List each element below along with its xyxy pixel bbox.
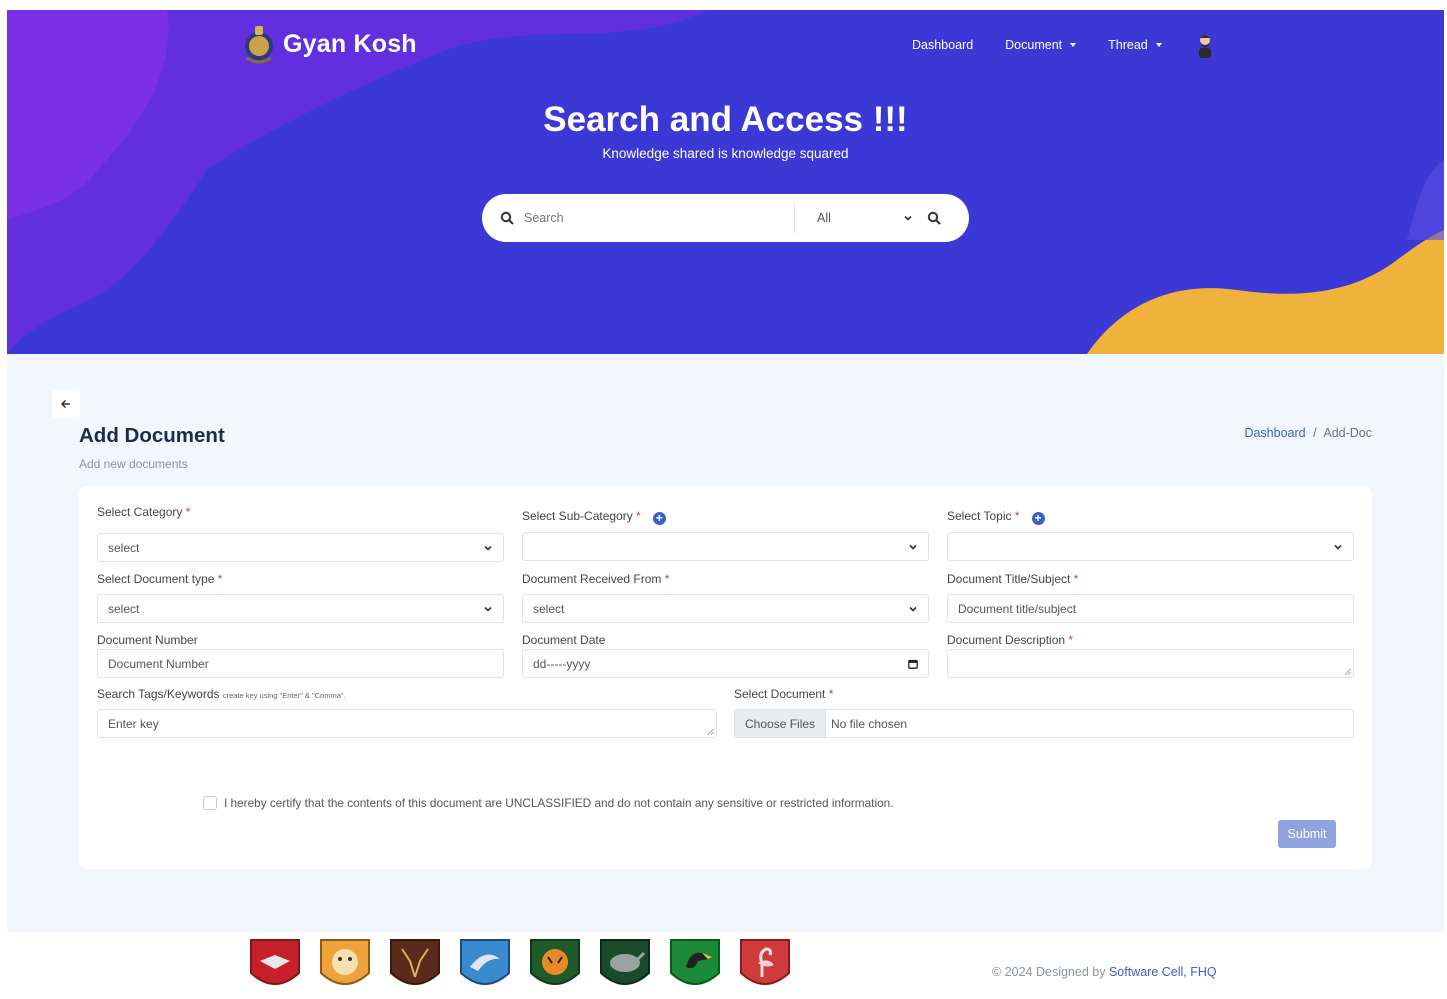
rhino-badge-icon (600, 939, 650, 985)
breadcrumb-separator: / (1313, 426, 1317, 440)
certify-text: I hereby certify that the contents of th… (224, 796, 894, 810)
nav-dashboard-label: Dashboard (912, 38, 974, 52)
back-button[interactable] (52, 390, 80, 418)
add-document-form: Select Category * select Select Sub-Cate… (79, 486, 1372, 869)
top-nav: Dashboard Document Thread (912, 32, 1216, 58)
tiger-badge-icon (530, 939, 580, 985)
search-divider (794, 202, 795, 234)
leopard-badge-icon (320, 939, 370, 985)
nav-dashboard[interactable]: Dashboard (912, 38, 973, 52)
hero-banner: Gyan Kosh Dashboard Document Thread Sear… (7, 10, 1444, 354)
brand-logo[interactable]: Gyan Kosh (241, 22, 417, 66)
doc-date-placeholder: dd-----yyyy (533, 656, 591, 671)
resize-grip-icon[interactable] (707, 728, 714, 735)
nav-document[interactable]: Document (1005, 38, 1077, 52)
doc-number-input[interactable]: Document Number (97, 649, 504, 678)
brand-name: Gyan Kosh (283, 29, 417, 58)
file-status: No file chosen (831, 716, 908, 731)
tags-label: Search Tags/Keywords create key using "E… (97, 687, 346, 701)
search-input[interactable] (524, 211, 784, 225)
received-from-label: Document Received From * (522, 572, 670, 586)
software-cell-link[interactable]: Software Cell, FHQ (1109, 965, 1217, 979)
doc-type-select[interactable]: select (97, 594, 504, 623)
select-document-label: Select Document * (734, 687, 834, 701)
add-subcategory-icon[interactable]: + (652, 512, 666, 525)
tags-input[interactable]: Enter key (97, 709, 717, 738)
search-icon (500, 211, 514, 225)
unit-badges (248, 937, 792, 995)
doc-title-input[interactable]: Document title/subject (947, 594, 1354, 623)
subcategory-label: Select Sub-Category * + (522, 509, 666, 525)
doc-description-textarea[interactable] (947, 649, 1354, 678)
category-label: Select Category * (97, 505, 191, 519)
choose-files-button[interactable]: Choose Files (735, 710, 827, 737)
topic-select[interactable] (947, 532, 1354, 561)
search-bar: All (482, 194, 969, 242)
caret-down-icon (1155, 43, 1162, 47)
emblem-icon (245, 26, 273, 64)
tags-placeholder: Enter key (108, 716, 159, 731)
chevron-down-icon (1334, 544, 1342, 550)
caret-down-icon (1070, 43, 1077, 47)
stag-badge-icon (390, 939, 440, 985)
doc-date-label: Document Date (522, 633, 606, 647)
page-subtitle: Add new documents (79, 457, 188, 471)
chevron-down-icon (904, 215, 912, 221)
doc-type-label: Select Document type * (97, 572, 223, 586)
doc-title-label: Document Title/Subject * (947, 572, 1079, 586)
chevron-down-icon (484, 545, 492, 551)
subcategory-select[interactable] (522, 532, 929, 561)
doc-date-input[interactable]: dd-----yyyy (522, 649, 929, 678)
hero-title: Search and Access !!! (543, 100, 908, 139)
hero-background (7, 10, 1444, 354)
category-select[interactable]: select (97, 533, 504, 562)
search-filter-select[interactable]: All (817, 211, 897, 225)
submit-button[interactable]: Submit (1278, 820, 1336, 848)
hornbill-badge-icon (670, 939, 720, 985)
calendar-icon[interactable] (908, 659, 918, 669)
arrow-left-icon (60, 399, 70, 409)
received-from-select[interactable]: select (522, 594, 929, 623)
search-submit-icon[interactable] (927, 211, 941, 225)
nav-document-label: Document (1005, 38, 1063, 52)
certify-checkbox[interactable] (203, 796, 217, 810)
doc-type-value: select (108, 601, 140, 616)
nav-thread-label: Thread (1108, 38, 1148, 52)
hero-subtitle: Knowledge shared is knowledge squared (602, 146, 849, 161)
add-topic-icon[interactable]: + (1031, 512, 1045, 525)
copyright-text: © 2024 Designed by (992, 965, 1106, 979)
nav-thread[interactable]: Thread (1108, 38, 1162, 52)
doc-description-label: Document Description * (947, 633, 1074, 647)
dolphin-badge-icon (460, 939, 510, 985)
chevron-down-icon (484, 606, 492, 612)
resize-grip-icon[interactable] (1344, 668, 1351, 675)
topic-label: Select Topic * + (947, 509, 1045, 525)
category-value: select (108, 540, 140, 555)
breadcrumb-current: Add-Doc (1323, 426, 1372, 440)
chevron-down-icon (909, 544, 917, 550)
footer-copyright: © 2024 Designed by Software Cell, FHQ (992, 965, 1217, 979)
user-avatar-icon[interactable] (1194, 32, 1216, 58)
flamingo-badge-icon (740, 939, 790, 985)
doc-title-placeholder: Document title/subject (958, 601, 1077, 616)
file-input[interactable]: Choose Files No file chosen (734, 709, 1354, 738)
tags-hint: create key using "Enter" & "Comma". (222, 691, 346, 700)
received-from-value: select (533, 601, 565, 616)
doc-number-placeholder: Document Number (108, 656, 209, 671)
breadcrumb: Dashboard / Add-Doc (1244, 426, 1372, 440)
chevron-down-icon (909, 606, 917, 612)
eagle-badge-icon (250, 939, 300, 985)
breadcrumb-dashboard[interactable]: Dashboard (1244, 426, 1305, 440)
doc-number-label: Document Number (97, 633, 198, 647)
page-title: Add Document (79, 424, 225, 447)
